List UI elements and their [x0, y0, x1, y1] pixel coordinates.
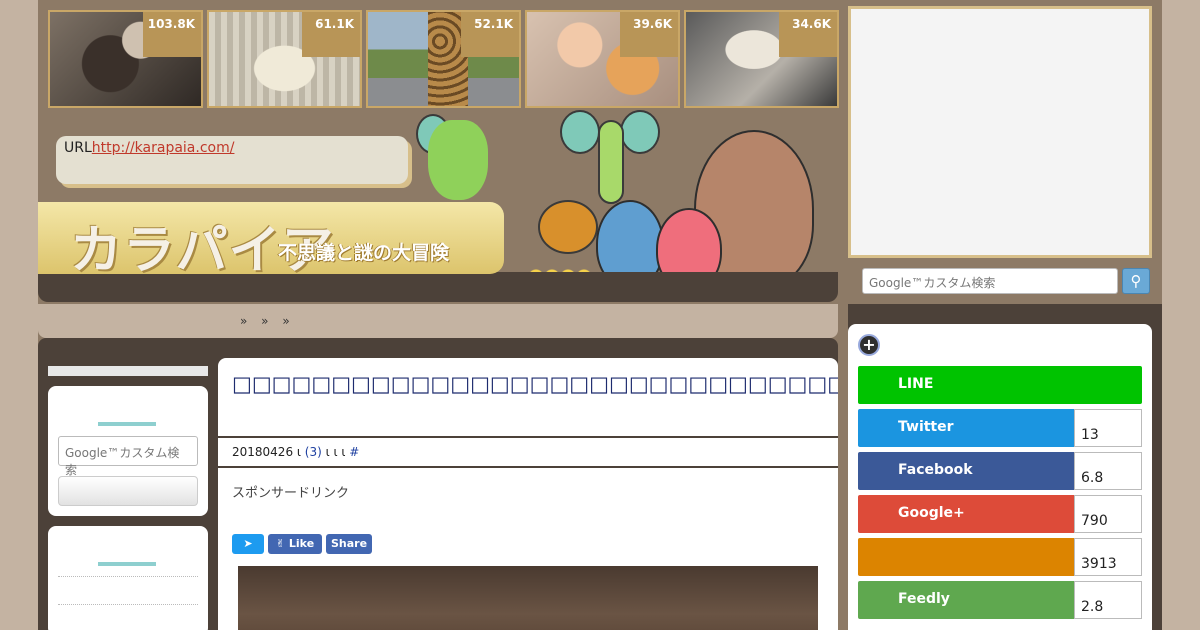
thumbnail-5[interactable]: 34.6K	[684, 10, 839, 108]
popular-thumbnails: 103.8K 61.1K 52.1K 39.6K 34.6K	[48, 10, 839, 108]
thumbnail-2[interactable]: 61.1K	[207, 10, 362, 108]
url-label: URL	[64, 140, 92, 156]
googleplus-share-button[interactable]: Google+	[858, 495, 1076, 533]
divider	[58, 576, 198, 577]
sidebar-strip	[48, 366, 208, 376]
view-count: 52.1K	[461, 12, 519, 57]
share-count: 3913	[1074, 538, 1142, 576]
twitter-icon: ➤	[243, 537, 253, 550]
bookmark-share-button[interactable]	[858, 538, 1076, 576]
social-share-panel: + LINE Twitter 13 Facebook 6.8 Google+ 7…	[848, 324, 1152, 630]
twitter-share-button[interactable]: Twitter	[858, 409, 1076, 447]
view-count: 103.8K	[143, 12, 201, 57]
share-count: 2.8	[1074, 581, 1142, 619]
breadcrumb[interactable]: » » »	[38, 304, 838, 338]
share-row-googleplus[interactable]: Google+ 790	[858, 495, 1142, 533]
feedly-share-button[interactable]: Feedly	[858, 581, 1076, 619]
thumbs-up-icon: ✌	[275, 537, 286, 550]
like-label: Like	[288, 537, 315, 550]
sidebar-list-box	[48, 526, 208, 630]
facebook-share-button[interactable]: Facebook	[858, 452, 1076, 490]
meta-separator: ι ι ι	[321, 445, 350, 459]
facebook-share-button[interactable]: Share	[326, 534, 372, 554]
butterfly-wing	[620, 110, 660, 154]
article-date: 20180426	[232, 445, 294, 459]
green-bug-mascot	[428, 120, 488, 200]
divider	[58, 604, 198, 605]
thumbnail-4[interactable]: 39.6K	[525, 10, 680, 108]
sidebar-search-box: Google™カスタム検索	[48, 386, 208, 516]
green-fairy-mascot	[598, 120, 624, 204]
share-count: 13	[1074, 409, 1142, 447]
hashtag-link[interactable]: #	[349, 445, 359, 459]
twitter-share-button[interactable]: ➤	[232, 534, 264, 554]
sponsored-link-label: スポンサードリンク	[232, 486, 350, 501]
site-url-link[interactable]: http://karapaia.com/	[92, 140, 235, 156]
section-accent	[98, 562, 156, 566]
butterfly-wing	[560, 110, 600, 154]
article-title[interactable]: □□□□□□□□□□□□□□□□□□□□□□□□□□□□□□□□□□□□□□□□…	[218, 358, 838, 438]
article: □□□□□□□□□□□□□□□□□□□□□□□□□□□□□□□□□□□□□□□□…	[218, 358, 838, 630]
search-button[interactable]: ⚲	[1122, 268, 1150, 294]
view-count: 34.6K	[779, 12, 837, 57]
sidebar-search-input[interactable]: Google™カスタム検索	[58, 436, 198, 477]
share-row-hatena[interactable]: 3913	[858, 538, 1142, 576]
comment-count-link[interactable]: (3)	[305, 445, 322, 459]
plus-icon[interactable]: +	[858, 334, 880, 356]
share-row-feedly[interactable]: Feedly 2.8	[858, 581, 1142, 619]
sidebar-search-button[interactable]	[58, 476, 198, 506]
section-accent	[98, 422, 156, 426]
article-meta: 20180426 ι (3) ι ι ι #	[218, 438, 838, 468]
share-row-line[interactable]: LINE	[858, 366, 1142, 404]
view-count: 61.1K	[302, 12, 360, 57]
share-count: 6.8	[1074, 452, 1142, 490]
duck-mascot	[538, 200, 598, 254]
search-icon: ⚲	[1130, 272, 1142, 290]
meta-separator: ι	[293, 445, 305, 459]
url-box: URLhttp://karapaia.com/	[56, 136, 408, 184]
header-search-input[interactable]: Google™カスタム検索	[862, 268, 1118, 294]
logo-tagline: 不思議と謎の大冒険	[278, 242, 450, 264]
share-row-facebook[interactable]: Facebook 6.8	[858, 452, 1142, 490]
thumbnail-1[interactable]: 103.8K	[48, 10, 203, 108]
view-count: 39.6K	[620, 12, 678, 57]
facebook-like-button[interactable]: ✌ Like	[268, 534, 322, 554]
site-logo[interactable]: カラパイア 不思議と謎の大冒険	[38, 202, 504, 281]
line-share-button[interactable]: LINE	[858, 366, 1142, 404]
page-container: 103.8K 61.1K 52.1K 39.6K 34.6K URLhttp:/…	[38, 0, 1162, 630]
share-buttons: ➤ ✌ Like Share	[232, 534, 372, 554]
share-count: 790	[1074, 495, 1142, 533]
share-row-twitter[interactable]: Twitter 13	[858, 409, 1142, 447]
thumbnail-3[interactable]: 52.1K	[366, 10, 521, 108]
article-photo	[238, 566, 818, 630]
ad-box	[848, 6, 1152, 258]
